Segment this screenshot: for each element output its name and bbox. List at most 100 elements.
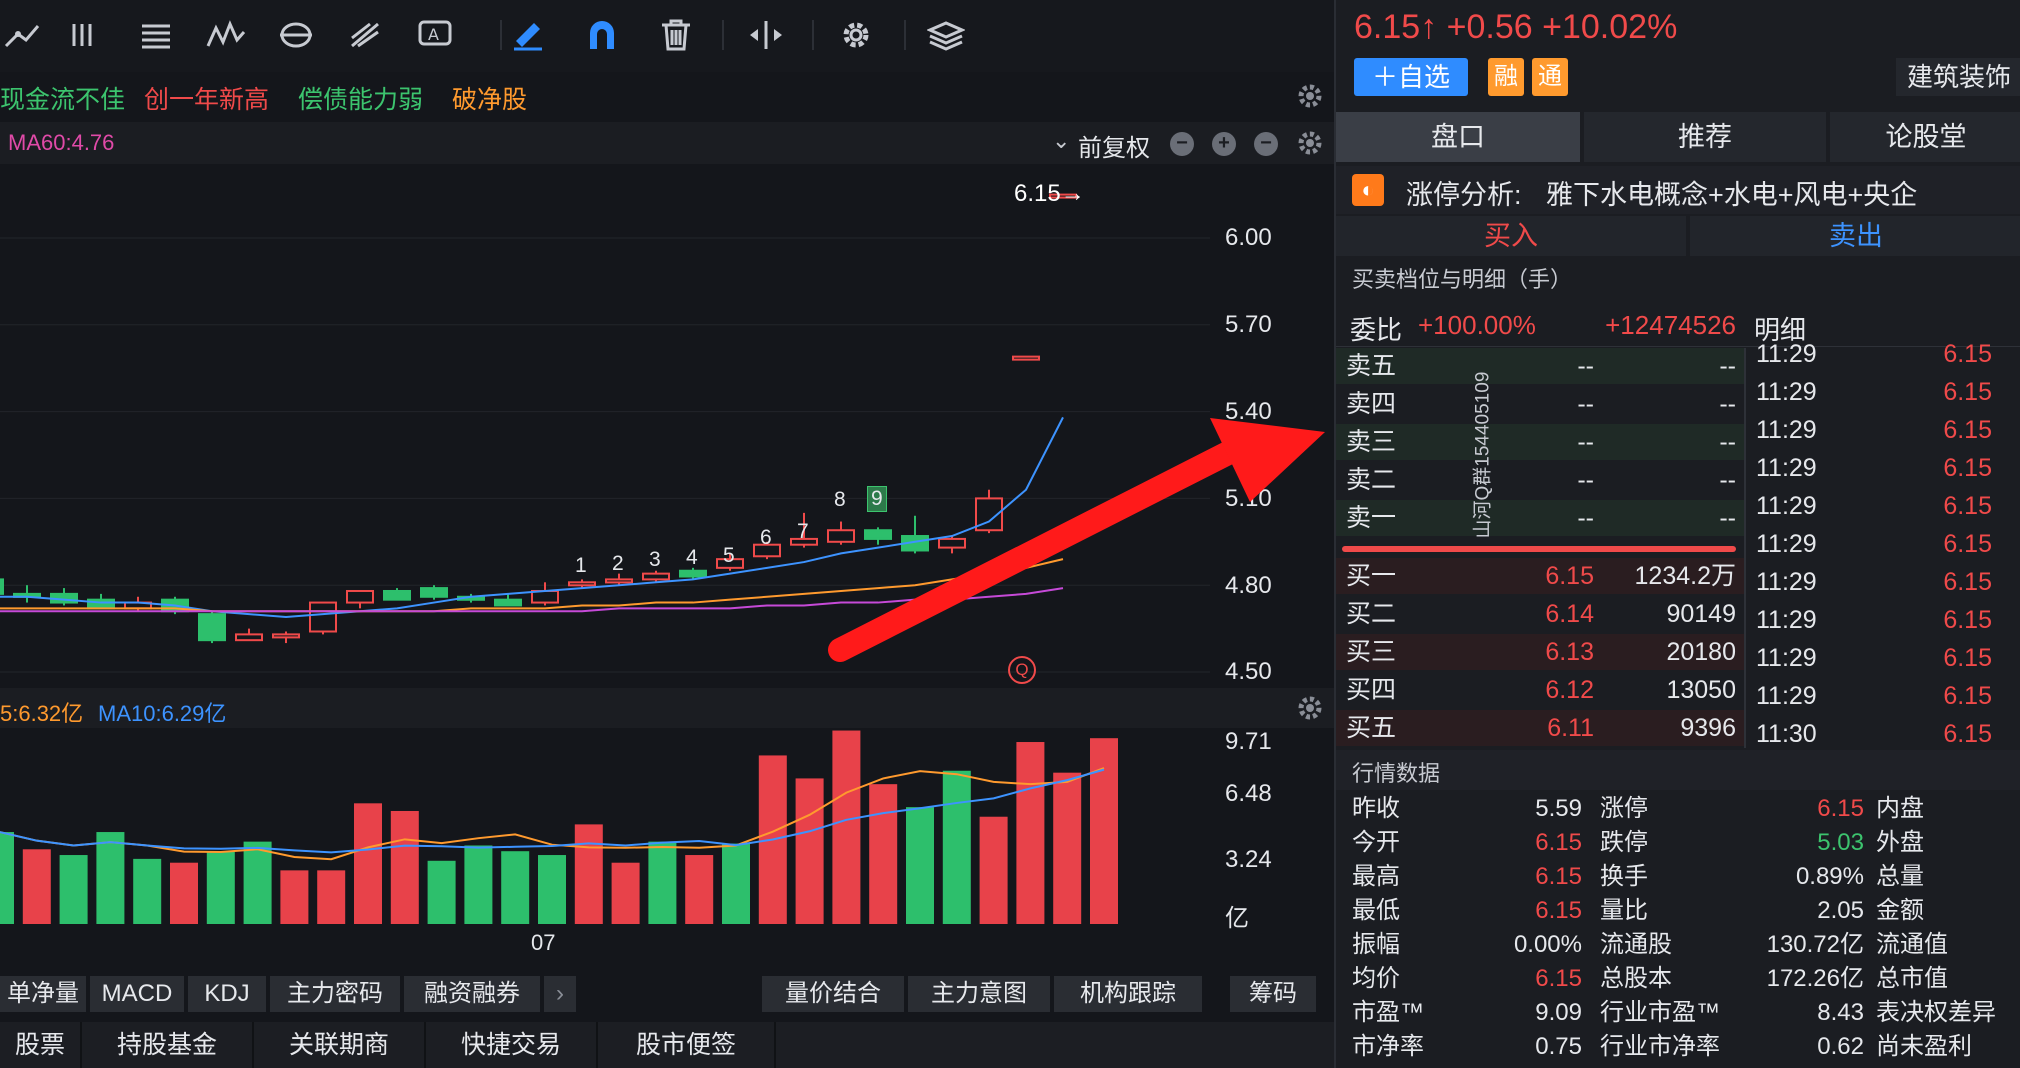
detail-row[interactable]: 11:29 6.15 — [1746, 640, 2020, 676]
adjust-dropdown[interactable]: 前复权 — [1078, 128, 1150, 163]
candle-body — [420, 587, 448, 598]
chevron-down-icon[interactable]: ⌄ — [1052, 128, 1070, 154]
detail-row[interactable]: 11:29 6.15 — [1746, 488, 2020, 524]
trash-icon[interactable] — [654, 14, 698, 56]
detail-row[interactable]: 11:29 6.15 — [1746, 374, 2020, 410]
detail-row[interactable]: 11:30 6.15 — [1746, 716, 2020, 748]
order-level-row[interactable]: 卖四 -- -- — [1336, 386, 1744, 422]
tag-below-book[interactable]: 破净股 — [452, 80, 527, 116]
tab-institution[interactable]: 机构跟踪 — [1054, 976, 1202, 1012]
volume-bar — [648, 841, 677, 924]
chart-gear-icon[interactable] — [1294, 127, 1326, 164]
detail-row[interactable]: 11:29 6.15 — [1746, 412, 2020, 448]
bars-tool-icon[interactable] — [64, 14, 108, 56]
detail-row[interactable]: 11:29 6.15 — [1746, 678, 2020, 714]
svg-text:A: A — [428, 25, 439, 44]
candle-body — [198, 613, 226, 642]
collapse-circle-icon[interactable]: − — [1254, 132, 1278, 156]
detail-time: 11:29 — [1756, 530, 1817, 558]
gear-icon[interactable] — [834, 14, 878, 56]
volume-bar — [979, 816, 1008, 924]
sell-button[interactable]: 卖出 — [1690, 216, 2020, 256]
layers-icon[interactable] — [924, 14, 968, 56]
trade-details[interactable]: 11:29 6.15 11:29 6.15 11:29 6.15 11:29 6.15 11:2… — [1746, 340, 2020, 748]
connect-badge[interactable]: 通 — [1532, 58, 1568, 96]
margin-badge[interactable]: 融 — [1488, 58, 1524, 96]
tag-solvency[interactable]: 偿债能力弱 — [298, 80, 423, 116]
tab-main-force[interactable]: 主力密码 — [270, 976, 400, 1012]
weibi-diff: +12474526 — [1605, 310, 1736, 340]
volume-bar — [611, 862, 640, 924]
order-level-price: -- — [1577, 352, 1594, 380]
tab-recommend[interactable]: 推荐 — [1584, 112, 1826, 162]
order-level-row[interactable]: 买一 6.15 1234.2万 — [1336, 558, 1744, 594]
order-level-row[interactable]: 卖五 -- -- — [1336, 348, 1744, 384]
tab-main-intent[interactable]: 主力意图 — [908, 976, 1050, 1012]
price-axis-tick: 6.00 — [1225, 224, 1272, 251]
tab-order-book[interactable]: 盘口 — [1336, 112, 1580, 162]
minus-circle-icon[interactable]: − — [1170, 132, 1194, 156]
volume-gear-icon[interactable] — [1294, 692, 1326, 729]
bottom-tab-quick-trade[interactable]: 快捷交易 — [426, 1022, 598, 1068]
order-level-volume: -- — [1719, 466, 1736, 494]
detail-row[interactable]: 11:29 6.15 — [1746, 340, 2020, 372]
bid-levels: 买一 6.15 1234.2万 买二 6.14 90149 买三 6.13 20180 买四 6.1… — [1336, 558, 1744, 748]
tags-gear-icon[interactable] — [1294, 80, 1326, 117]
buy-button[interactable]: 买入 — [1336, 216, 1686, 256]
quote-key: 总市值 — [1876, 965, 1948, 992]
tag-cashflow[interactable]: 现金流不佳 — [0, 80, 125, 116]
cycle-tool-icon[interactable] — [274, 14, 318, 56]
order-level-row[interactable]: 卖三 -- -- — [1336, 424, 1744, 460]
tab-volume-price[interactable]: 量价结合 — [762, 976, 904, 1012]
tab-next-chevron-icon[interactable]: › — [544, 976, 576, 1012]
detail-row[interactable]: 11:29 6.15 — [1746, 564, 2020, 600]
detail-row[interactable]: 11:29 6.15 — [1746, 450, 2020, 486]
industry-badge[interactable]: 建筑装饰 — [1896, 58, 2020, 96]
tab-forum[interactable]: 论股堂 — [1830, 112, 2020, 162]
detail-row[interactable]: 11:29 6.15 — [1746, 526, 2020, 562]
tag-year-high[interactable]: 创一年新高 — [144, 80, 269, 116]
detail-row[interactable]: 11:29 6.15 — [1746, 602, 2020, 638]
quote-value: 6.15 — [1535, 897, 1582, 924]
quote-value: 0.00% — [1513, 931, 1582, 958]
wave-tool-icon[interactable] — [204, 14, 248, 56]
tab-kdj[interactable]: KDJ — [188, 976, 266, 1012]
order-level-row[interactable]: 卖一 -- -- — [1336, 500, 1744, 536]
volume-bar — [795, 778, 824, 924]
volume-axis-tick: 6.48 — [1225, 780, 1272, 807]
fork-tool-icon[interactable] — [344, 14, 388, 56]
quote-key: 今开 — [1352, 829, 1400, 856]
order-level-row[interactable]: 买五 6.11 9396 — [1336, 710, 1744, 746]
bottom-tab-stocks[interactable]: 股票 — [0, 1022, 82, 1068]
quote-key: 流通值 — [1876, 931, 1948, 958]
add-watchlist-button[interactable]: ＋自选 — [1354, 58, 1468, 96]
tab-net-volume[interactable]: 单净量 — [0, 976, 86, 1012]
volume-chart[interactable] — [0, 728, 1334, 928]
volume-axis-unit: 亿 — [1225, 905, 1249, 932]
vol-ma5-label: 5:6.32亿 — [0, 701, 84, 726]
order-level-row[interactable]: 买三 6.13 20180 — [1336, 634, 1744, 670]
pen-icon[interactable] — [506, 14, 550, 56]
text-box-icon[interactable]: A — [414, 14, 458, 56]
order-level-row[interactable]: 买二 6.14 90149 — [1336, 596, 1744, 632]
tab-margin[interactable]: 融资融券 — [404, 976, 540, 1012]
candle-body — [1012, 355, 1040, 361]
order-level-label: 卖一 — [1346, 504, 1397, 532]
order-level-row[interactable]: 买四 6.12 13050 — [1336, 672, 1744, 708]
tab-macd[interactable]: MACD — [90, 976, 184, 1012]
bottom-tab-futures[interactable]: 关联期商 — [254, 1022, 426, 1068]
detail-time: 11:29 — [1756, 416, 1817, 444]
bottom-tab-notes[interactable]: 股市便签 — [598, 1022, 776, 1068]
volume-bar — [722, 843, 750, 924]
split-icon[interactable] — [744, 14, 788, 56]
text-lines-icon[interactable] — [134, 14, 178, 56]
line-tool-icon[interactable] — [0, 14, 44, 56]
volume-axis-tick: 3.24 — [1225, 846, 1272, 873]
order-level-row[interactable]: 卖二 -- -- — [1336, 462, 1744, 498]
price-change-pct: +10.02% — [1542, 8, 1678, 46]
magnet-icon[interactable] — [580, 14, 624, 56]
limit-up-analysis[interactable]: ◐ 涨停分析: 雅下水电概念+水电+风电+央企 — [1336, 166, 2020, 214]
plus-circle-icon[interactable]: + — [1212, 132, 1236, 156]
bottom-tab-funds[interactable]: 持股基金 — [82, 1022, 254, 1068]
tab-chips[interactable]: 筹码 — [1230, 976, 1316, 1012]
